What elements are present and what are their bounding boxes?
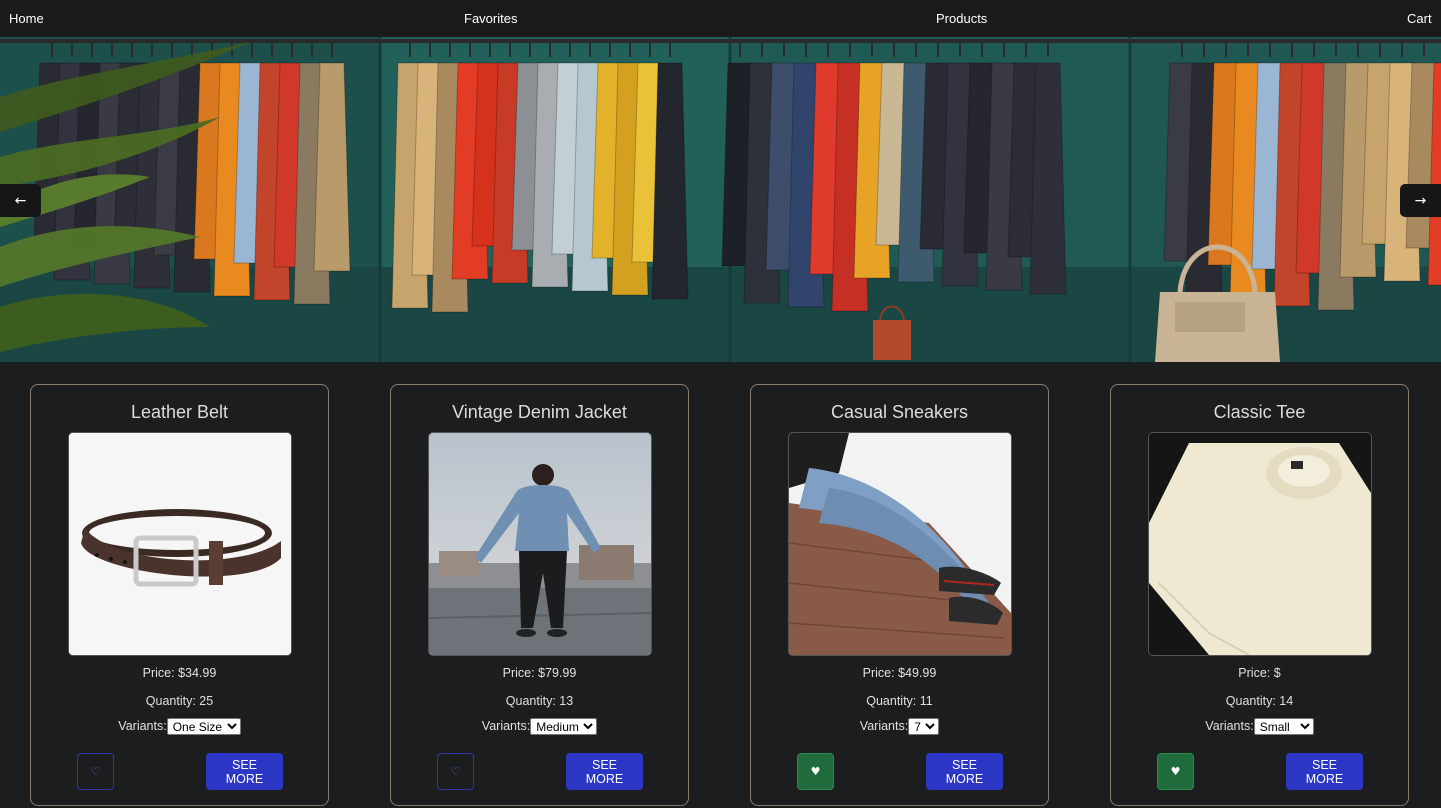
- product-quantity: Quantity: 25: [145, 694, 214, 708]
- product-variants: Variants: Small: [1111, 718, 1408, 735]
- product-variants: Variants: Medium: [391, 718, 688, 735]
- product-price: Price: $34.99: [142, 666, 217, 680]
- carousel-prev-button[interactable]: ←: [0, 184, 41, 217]
- see-more-button[interactable]: SEE MORE: [566, 753, 643, 790]
- product-title: Leather Belt: [130, 402, 229, 422]
- product-title: Casual Sneakers: [830, 402, 969, 422]
- favorite-button[interactable]: ♡: [437, 753, 474, 790]
- product-card-casual-sneakers: Casual Sneakers Price: $49.99 Quantity: …: [750, 384, 1049, 806]
- product-image-vintage-denim-jacket: [428, 432, 652, 656]
- nav-home-link[interactable]: Home: [9, 11, 44, 26]
- product-quantity: Quantity: 11: [866, 694, 933, 708]
- product-quantity: Quantity: 13: [505, 694, 574, 708]
- product-image-classic-tee: [1148, 432, 1372, 656]
- variant-select[interactable]: Small: [1253, 718, 1314, 735]
- product-variants: Variants: 7: [751, 718, 1048, 735]
- variants-label: Variants:: [118, 718, 167, 733]
- variants-label: Variants:: [481, 718, 531, 733]
- variants-label: Variants:: [859, 718, 909, 733]
- nav-cart-link[interactable]: Cart: [1407, 11, 1432, 26]
- see-more-button[interactable]: SEE MORE: [926, 753, 1003, 790]
- hero-clothing-rack-image: [0, 37, 1441, 362]
- product-card-classic-tee: Classic Tee Price: $ Quantity: 14 Varian…: [1110, 384, 1409, 806]
- arrow-left-icon: ←: [14, 192, 27, 209]
- variant-select[interactable]: Medium: [530, 718, 598, 735]
- product-price: Price: $: [1238, 666, 1281, 680]
- product-title: Classic Tee: [1213, 402, 1306, 422]
- variant-select[interactable]: One Size: [166, 718, 241, 735]
- product-card-vintage-denim-jacket: Vintage Denim Jacket Price: $79.99 Quant…: [390, 384, 689, 806]
- variant-select[interactable]: 7: [908, 718, 940, 735]
- variants-label: Variants:: [1205, 718, 1254, 733]
- product-quantity: Quantity: 14: [1225, 694, 1294, 708]
- top-navbar: Home Favorites Products Cart: [0, 0, 1441, 37]
- product-title: Vintage Denim Jacket: [452, 402, 627, 422]
- product-price: Price: $79.99: [502, 666, 577, 680]
- heart-outline-icon: ♡: [90, 765, 101, 778]
- heart-filled-icon: ♥: [1170, 765, 1181, 778]
- product-image-casual-sneakers: [788, 432, 1012, 656]
- heart-filled-icon: ♥: [810, 765, 821, 778]
- heart-outline-icon: ♡: [450, 765, 461, 778]
- nav-favorites-link[interactable]: Favorites: [464, 11, 517, 26]
- product-variants: Variants: One Size: [31, 718, 328, 735]
- see-more-button[interactable]: SEE MORE: [1286, 753, 1363, 790]
- favorite-button[interactable]: ♡: [77, 753, 114, 790]
- hero-carousel: ← →: [0, 37, 1441, 362]
- nav-products-link[interactable]: Products: [936, 11, 987, 26]
- product-price: Price: $49.99: [862, 666, 937, 680]
- carousel-next-button[interactable]: →: [1400, 184, 1441, 217]
- product-card-leather-belt: Leather Belt Price: $34.99 Quantity: 25 …: [30, 384, 329, 806]
- product-image-leather-belt: [68, 432, 292, 656]
- see-more-button[interactable]: SEE MORE: [206, 753, 283, 790]
- favorite-button[interactable]: ♥: [797, 753, 834, 790]
- favorite-button[interactable]: ♥: [1157, 753, 1194, 790]
- arrow-right-icon: →: [1414, 192, 1427, 209]
